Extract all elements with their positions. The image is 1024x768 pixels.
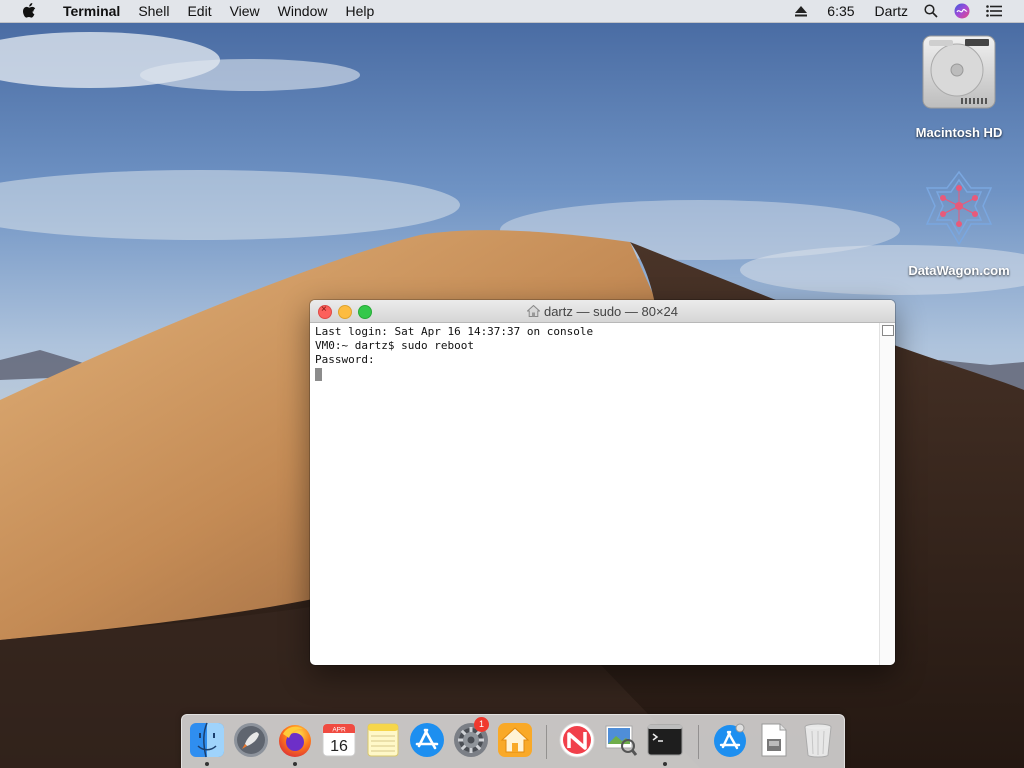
trash-icon	[804, 723, 832, 758]
apple-menu-icon[interactable]	[18, 3, 40, 19]
window-titlebar[interactable]: × dartz — sudo — 80×24	[310, 300, 895, 323]
menu-bar: Terminal Shell Edit View Window Help 6:3…	[0, 0, 1024, 23]
menu-shell[interactable]: Shell	[129, 0, 178, 22]
desktop-icon-label: Macintosh HD	[915, 125, 1003, 140]
window-title: dartz — sudo — 80×24	[526, 303, 679, 319]
running-indicator	[205, 762, 209, 766]
finder-icon	[190, 722, 224, 758]
firefox-icon	[279, 725, 311, 757]
siri-icon[interactable]	[946, 0, 978, 22]
close-x-icon: ×	[321, 304, 327, 315]
window-title-text: dartz — sudo — 80×24	[543, 303, 679, 319]
terminal-output[interactable]: Last login: Sat Apr 16 14:37:37 on conso…	[310, 323, 879, 665]
desktop: Terminal Shell Edit View Window Help 6:3…	[0, 0, 1024, 768]
dock-app-store[interactable]	[407, 720, 447, 760]
dock-separator	[698, 725, 699, 759]
datawagon-logo-icon	[925, 170, 993, 246]
terminal-window[interactable]: × dartz — sudo — 80×24 Last login: Sat A…	[310, 300, 895, 665]
calendar-day: 16	[330, 738, 348, 755]
spotlight-search-icon[interactable]	[916, 0, 946, 22]
calendar-month: APR	[332, 727, 346, 734]
desktop-icon-macintosh-hd[interactable]: Macintosh HD	[904, 30, 1014, 140]
terminal-line: VM0:~ dartz$ sudo reboot	[315, 339, 474, 352]
home-folder-icon	[526, 305, 540, 317]
menu-view[interactable]: View	[221, 0, 269, 22]
app-store-icon	[410, 723, 444, 757]
home-icon	[498, 723, 532, 757]
dock-notes[interactable]	[363, 720, 403, 760]
zoom-button[interactable]	[358, 305, 372, 319]
dock-firefox[interactable]	[275, 720, 315, 766]
preview-icon	[605, 725, 638, 756]
desktop-icon-label: DataWagon.com	[908, 263, 1010, 278]
scrollbar[interactable]	[879, 323, 895, 665]
menu-extras: 6:35 Dartz	[787, 0, 1010, 22]
terminal-icon	[647, 724, 683, 756]
dock-system-preferences[interactable]: 1	[451, 717, 491, 760]
minimize-button[interactable]	[338, 305, 352, 319]
menu-help[interactable]: Help	[336, 0, 383, 22]
dock-trash[interactable]	[798, 720, 838, 760]
running-indicator	[293, 762, 297, 766]
menu-window[interactable]: Window	[269, 0, 337, 22]
menu-clock[interactable]: 6:35	[815, 0, 866, 22]
dock-home[interactable]	[495, 720, 535, 760]
dock-documents[interactable]	[754, 720, 794, 760]
terminal-line: Last login: Sat Apr 16 14:37:37 on conso…	[315, 325, 594, 338]
document-icon	[761, 723, 787, 757]
close-button[interactable]: ×	[318, 304, 332, 319]
desktop-icon-datawagon[interactable]: DataWagon.com	[904, 168, 1014, 278]
hard-drive-icon	[922, 35, 996, 109]
split-pane-icon[interactable]	[882, 325, 894, 336]
text-cursor	[315, 367, 322, 381]
news-icon	[559, 722, 595, 758]
dock: APR 16 1	[181, 714, 845, 768]
app-store-downloads-icon	[714, 723, 746, 757]
dock-terminal[interactable]	[645, 720, 685, 766]
eject-icon[interactable]	[787, 0, 815, 22]
menu-app-terminal[interactable]: Terminal	[54, 0, 129, 22]
terminal-line: Password:	[315, 353, 375, 366]
dock-launchpad[interactable]	[231, 720, 271, 760]
menu-user-name[interactable]: Dartz	[867, 0, 916, 22]
launchpad-rocket-icon	[234, 723, 268, 757]
dock-separator	[546, 725, 547, 759]
dock-news[interactable]	[557, 720, 597, 760]
dock-preview[interactable]	[601, 720, 641, 760]
menu-edit[interactable]: Edit	[178, 0, 220, 22]
notification-badge: 1	[474, 717, 489, 732]
running-indicator	[663, 762, 667, 766]
notes-icon	[367, 723, 399, 757]
calendar-icon: APR 16	[322, 723, 356, 757]
dock-calendar[interactable]: APR 16	[319, 720, 359, 760]
dock-finder[interactable]	[187, 720, 227, 766]
notification-center-icon[interactable]	[978, 0, 1010, 22]
dock-app-store-downloads[interactable]	[710, 720, 750, 760]
